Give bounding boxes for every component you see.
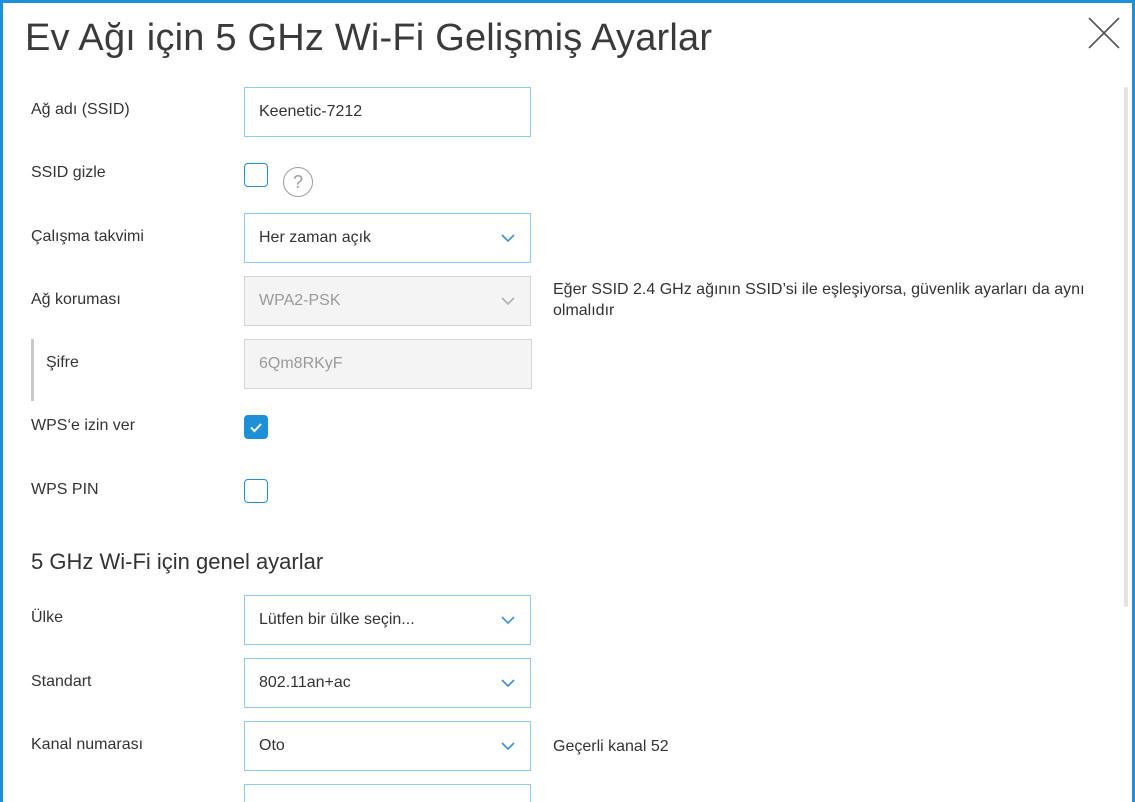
channel-label: Kanal numarası bbox=[31, 736, 144, 753]
close-icon[interactable] bbox=[1086, 15, 1122, 51]
schedule-select[interactable]: Her zaman açık bbox=[244, 213, 531, 263]
chevron-down-icon bbox=[501, 616, 515, 625]
chevron-down-icon bbox=[501, 234, 515, 243]
ssid-label: Ağ adı (SSID) bbox=[31, 101, 130, 118]
channel-hint: Geçerli kanal 52 bbox=[553, 738, 669, 755]
country-select[interactable]: Lütfen bir ülke seçin... bbox=[244, 595, 531, 645]
chevron-down-icon bbox=[501, 742, 515, 751]
next-select-partial[interactable] bbox=[244, 784, 531, 802]
check-icon bbox=[250, 423, 262, 433]
standard-label: Standart bbox=[31, 673, 92, 690]
general-section-heading: 5 GHz Wi-Fi için genel ayarlar bbox=[31, 549, 324, 574]
security-select[interactable]: WPA2-PSK bbox=[244, 276, 531, 326]
channel-select[interactable]: Oto bbox=[244, 721, 531, 771]
security-value: WPA2-PSK bbox=[259, 292, 341, 309]
settings-dialog: Ev Ağı için 5 GHz Wi-Fi Gelişmiş Ayarlar… bbox=[0, 0, 1135, 802]
wps-allow-label: WPS‘e izin ver bbox=[31, 417, 136, 434]
schedule-value: Her zaman açık bbox=[259, 229, 372, 246]
wps-allow-checkbox[interactable] bbox=[244, 415, 268, 439]
indent-bar bbox=[31, 339, 34, 401]
scrollbar[interactable] bbox=[1120, 87, 1132, 802]
country-label: Ülke bbox=[31, 609, 64, 626]
hide-ssid-label: SSID gizle bbox=[31, 164, 106, 181]
standard-select[interactable]: 802.11an+ac bbox=[244, 658, 531, 708]
hide-ssid-checkbox[interactable] bbox=[244, 163, 268, 187]
dialog-title: Ev Ağı için 5 GHz Wi-Fi Gelişmiş Ayarlar bbox=[25, 17, 713, 59]
scrollbar-thumb[interactable] bbox=[1124, 87, 1128, 607]
chevron-down-icon bbox=[501, 297, 515, 306]
security-hint: Eğer SSID 2.4 GHz ağının SSID’si ile eşl… bbox=[553, 281, 1085, 319]
chevron-down-icon bbox=[501, 679, 515, 688]
wps-pin-label: WPS PIN bbox=[31, 481, 99, 498]
help-icon[interactable]: ? bbox=[283, 167, 313, 197]
country-value: Lütfen bir ülke seçin... bbox=[259, 611, 415, 628]
wps-pin-checkbox[interactable] bbox=[244, 479, 268, 503]
password-input[interactable]: 6Qm8RKyF bbox=[244, 339, 532, 389]
standard-value: 802.11an+ac bbox=[259, 674, 351, 691]
password-label: Şifre bbox=[46, 354, 79, 371]
schedule-label: Çalışma takvimi bbox=[31, 228, 144, 245]
security-label: Ağ koruması bbox=[31, 291, 121, 308]
ssid-input[interactable]: Keenetic-7212 bbox=[244, 87, 531, 137]
channel-value: Oto bbox=[259, 737, 285, 754]
